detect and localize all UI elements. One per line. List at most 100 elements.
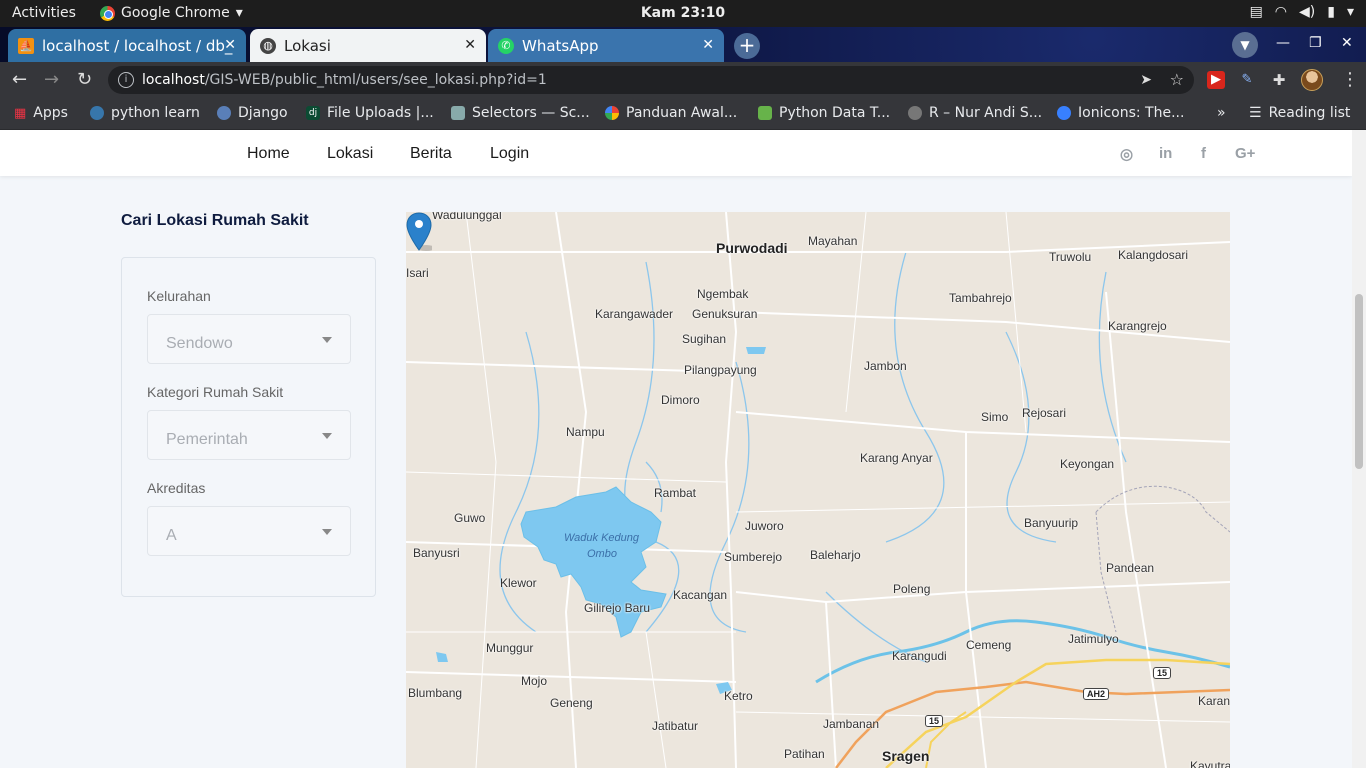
reload-icon[interactable]: ↻ xyxy=(77,69,92,90)
bookmark-panduan-awal[interactable]: Panduan Awal... xyxy=(605,105,737,121)
ionicons-icon xyxy=(1057,106,1071,120)
clock[interactable]: Kam 23:10 xyxy=(0,5,1366,21)
tab-search-button[interactable]: ▼ xyxy=(1232,32,1258,58)
tab-phpmyadmin[interactable]: ⛵ localhost / localhost / db_ ✕ xyxy=(8,29,246,62)
bookmark-apps[interactable]: ▦ Apps xyxy=(14,105,68,121)
map-place: Mojo xyxy=(521,674,548,688)
system-tray[interactable]: ▤ ◠ ◀) ▮ ▾ xyxy=(1250,4,1354,20)
browser-toolbar: ← → ↻ i localhost/GIS-WEB/public_html/us… xyxy=(0,62,1366,98)
google-plus-icon[interactable]: G+ xyxy=(1235,145,1255,162)
map-place: Truwolu xyxy=(1049,250,1092,264)
kategori-select[interactable]: Pemerintah xyxy=(147,410,351,460)
kelurahan-select[interactable]: Sendowo xyxy=(147,314,351,364)
map[interactable]: Wadulunggal Purwodadi Mayahan Truwolu Ka… xyxy=(406,212,1230,768)
bookmark-ionicons[interactable]: Ionicons: The... xyxy=(1057,105,1184,121)
close-icon[interactable]: ✕ xyxy=(464,37,476,53)
django-dj-icon: dj xyxy=(306,106,320,120)
bookmark-python-learn[interactable]: python learn xyxy=(90,105,200,121)
location-marker-icon[interactable] xyxy=(406,212,432,252)
minimize-icon[interactable]: — xyxy=(1276,35,1290,51)
map-place: Jatibatur xyxy=(652,719,699,733)
facebook-icon[interactable]: f xyxy=(1201,145,1206,162)
page-viewport: Home Lokasi Berita Login ◎ in f G+ Cari … xyxy=(0,130,1352,768)
system-top-bar: Activities Google Chrome ▾ Kam 23:10 ▤ ◠… xyxy=(0,0,1366,27)
pen-icon[interactable]: ✎ xyxy=(1238,71,1256,89)
map-place: Pilangpayung xyxy=(684,363,757,377)
map-place: Rejosari xyxy=(1022,406,1067,420)
tab-whatsapp[interactable]: ✆ WhatsApp ✕ xyxy=(488,29,724,62)
send-icon[interactable]: ➤ xyxy=(1140,66,1152,94)
nav-lokasi[interactable]: Lokasi xyxy=(327,145,373,163)
extension-icon[interactable]: ▶ xyxy=(1207,71,1225,89)
road-shield: 15 xyxy=(925,715,944,727)
road-shield: AH2 xyxy=(1083,688,1110,700)
close-icon[interactable]: ✕ xyxy=(702,37,714,53)
forward-icon[interactable]: → xyxy=(44,69,59,90)
map-place: Jambon xyxy=(864,359,907,373)
info-icon[interactable]: i xyxy=(118,72,134,88)
map-place: Nampu xyxy=(566,425,605,439)
map-place: Gilirejo Baru xyxy=(584,601,651,615)
bookmarks-overflow[interactable]: » xyxy=(1217,105,1226,121)
puzzle-icon[interactable]: ✚ xyxy=(1270,71,1288,89)
star-icon[interactable]: ☆ xyxy=(1170,66,1184,94)
battery-icon[interactable]: ▮ xyxy=(1327,4,1335,20)
back-icon[interactable]: ← xyxy=(12,69,27,90)
map-place: Rambat xyxy=(654,486,697,500)
map-place: Karangudi xyxy=(892,649,947,663)
nav-home[interactable]: Home xyxy=(247,145,290,163)
map-place: Sugihan xyxy=(682,332,727,346)
nav-berita[interactable]: Berita xyxy=(410,145,452,163)
akreditas-select[interactable]: A xyxy=(147,506,351,556)
tab-lokasi[interactable]: ◍ Lokasi ✕ xyxy=(250,29,486,62)
wifi-icon[interactable]: ◠ xyxy=(1275,4,1287,20)
kelurahan-label: Kelurahan xyxy=(147,288,211,304)
bookmark-django[interactable]: Django xyxy=(217,105,288,121)
bookmark-nur-andi[interactable]: R – Nur Andi S... xyxy=(908,105,1042,121)
map-place: Karangrejo xyxy=(1108,319,1167,333)
new-tab-button[interactable]: + xyxy=(734,33,760,59)
reading-list[interactable]: ☰ Reading list xyxy=(1249,105,1350,121)
close-window-icon[interactable]: ✕ xyxy=(1341,35,1353,51)
akreditas-value: A xyxy=(166,527,177,544)
map-place: Karangawader xyxy=(595,307,674,321)
chart-icon xyxy=(758,106,772,120)
close-icon[interactable]: ✕ xyxy=(224,37,236,53)
keyboard-icon[interactable]: ▤ xyxy=(1250,4,1263,20)
avatar[interactable] xyxy=(1301,69,1323,91)
django-icon xyxy=(217,106,231,120)
kebab-menu-icon[interactable]: ⋮ xyxy=(1341,69,1359,90)
map-place: Geneng xyxy=(550,696,593,710)
kategori-label: Kategori Rumah Sakit xyxy=(147,384,284,400)
map-place: Simo xyxy=(981,410,1009,424)
instagram-icon[interactable]: ◎ xyxy=(1120,145,1133,163)
linkedin-icon[interactable]: in xyxy=(1159,145,1172,162)
map-place: Juworo xyxy=(745,519,784,533)
person-icon xyxy=(908,106,922,120)
chevron-down-icon[interactable]: ▾ xyxy=(1347,4,1354,20)
caret-down-icon xyxy=(322,337,332,343)
maximize-icon[interactable]: ❐ xyxy=(1309,35,1322,51)
bookmark-python-data[interactable]: Python Data T... xyxy=(758,105,890,121)
bookmark-file-uploads[interactable]: dj File Uploads |... xyxy=(306,105,434,121)
map-place: Tambahrejo xyxy=(949,291,1012,305)
url-host: localhost xyxy=(142,72,205,88)
page-scrollbar[interactable] xyxy=(1352,130,1366,768)
nav-login[interactable]: Login xyxy=(490,145,529,163)
bookmark-selectors[interactable]: Selectors — Sc... xyxy=(451,105,590,121)
map-place: Karang Anyar xyxy=(860,451,933,465)
map-place: Klewor xyxy=(500,576,537,590)
map-place: Purwodadi xyxy=(716,240,788,256)
map-place: Kalangdosari xyxy=(1118,248,1189,262)
scrollbar-thumb[interactable] xyxy=(1355,294,1363,469)
url-path: /GIS-WEB/public_html/users/see_lokasi.ph… xyxy=(204,72,547,88)
map-place: Keyongan xyxy=(1060,457,1115,471)
tab-title: localhost / localhost / db_ xyxy=(42,36,233,55)
address-bar[interactable]: i localhost/GIS-WEB/public_html/users/se… xyxy=(108,66,1194,94)
kelurahan-value: Sendowo xyxy=(166,335,233,352)
map-place: Poleng xyxy=(893,582,931,596)
lake-label: Waduk Kedung xyxy=(564,532,640,544)
map-place: Genuksuran xyxy=(692,307,758,321)
map-place: Ketro xyxy=(724,689,753,703)
volume-icon[interactable]: ◀) xyxy=(1299,4,1315,20)
